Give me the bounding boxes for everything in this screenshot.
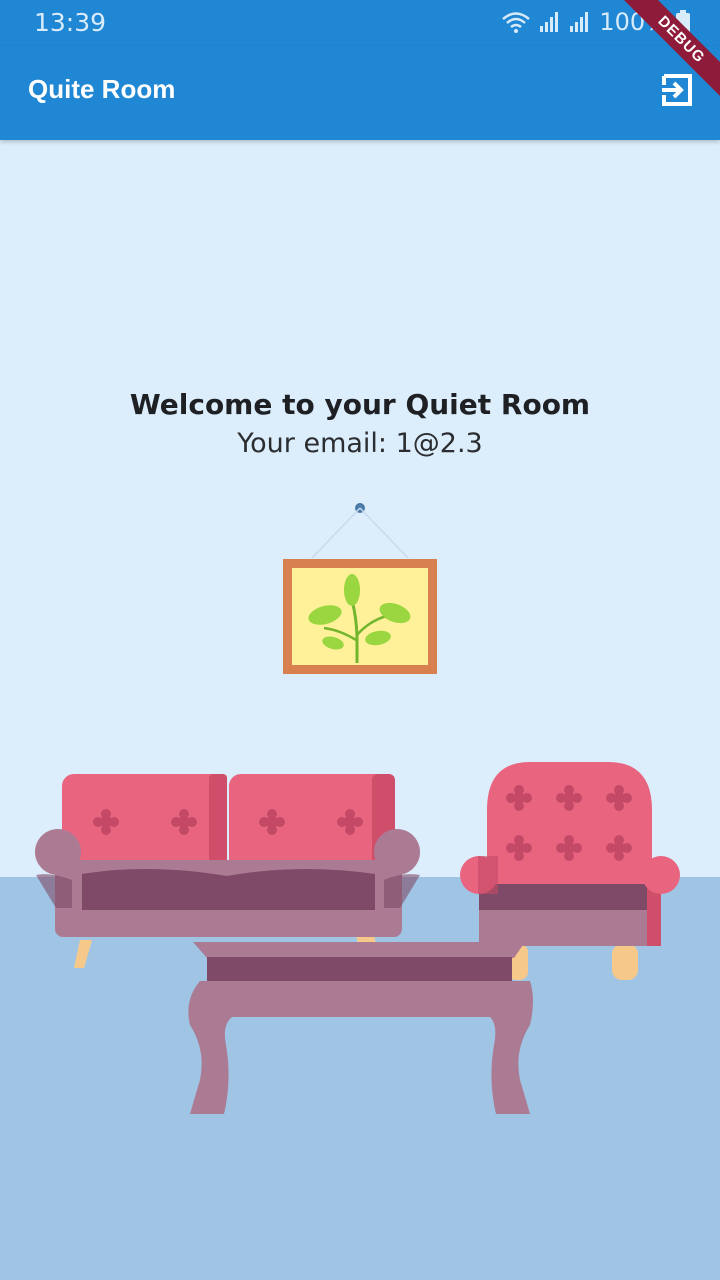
status-bar: 13:39 100% bbox=[0, 0, 720, 46]
user-email: Your email: 1@2.3 bbox=[237, 428, 483, 459]
app-bar: Quite Room bbox=[0, 46, 720, 140]
welcome-heading: Welcome to your Quiet Room bbox=[129, 388, 591, 421]
logout-button[interactable] bbox=[660, 72, 696, 108]
plant-picture-frame bbox=[283, 503, 437, 674]
page-title: Quite Room bbox=[28, 74, 176, 104]
signal-icon bbox=[540, 12, 559, 32]
wifi-icon bbox=[502, 12, 531, 33]
status-time: 13:39 bbox=[34, 8, 107, 37]
signal-roaming-icon bbox=[570, 12, 589, 32]
exit-to-app-icon bbox=[662, 74, 692, 106]
room-illustration bbox=[0, 503, 720, 1280]
